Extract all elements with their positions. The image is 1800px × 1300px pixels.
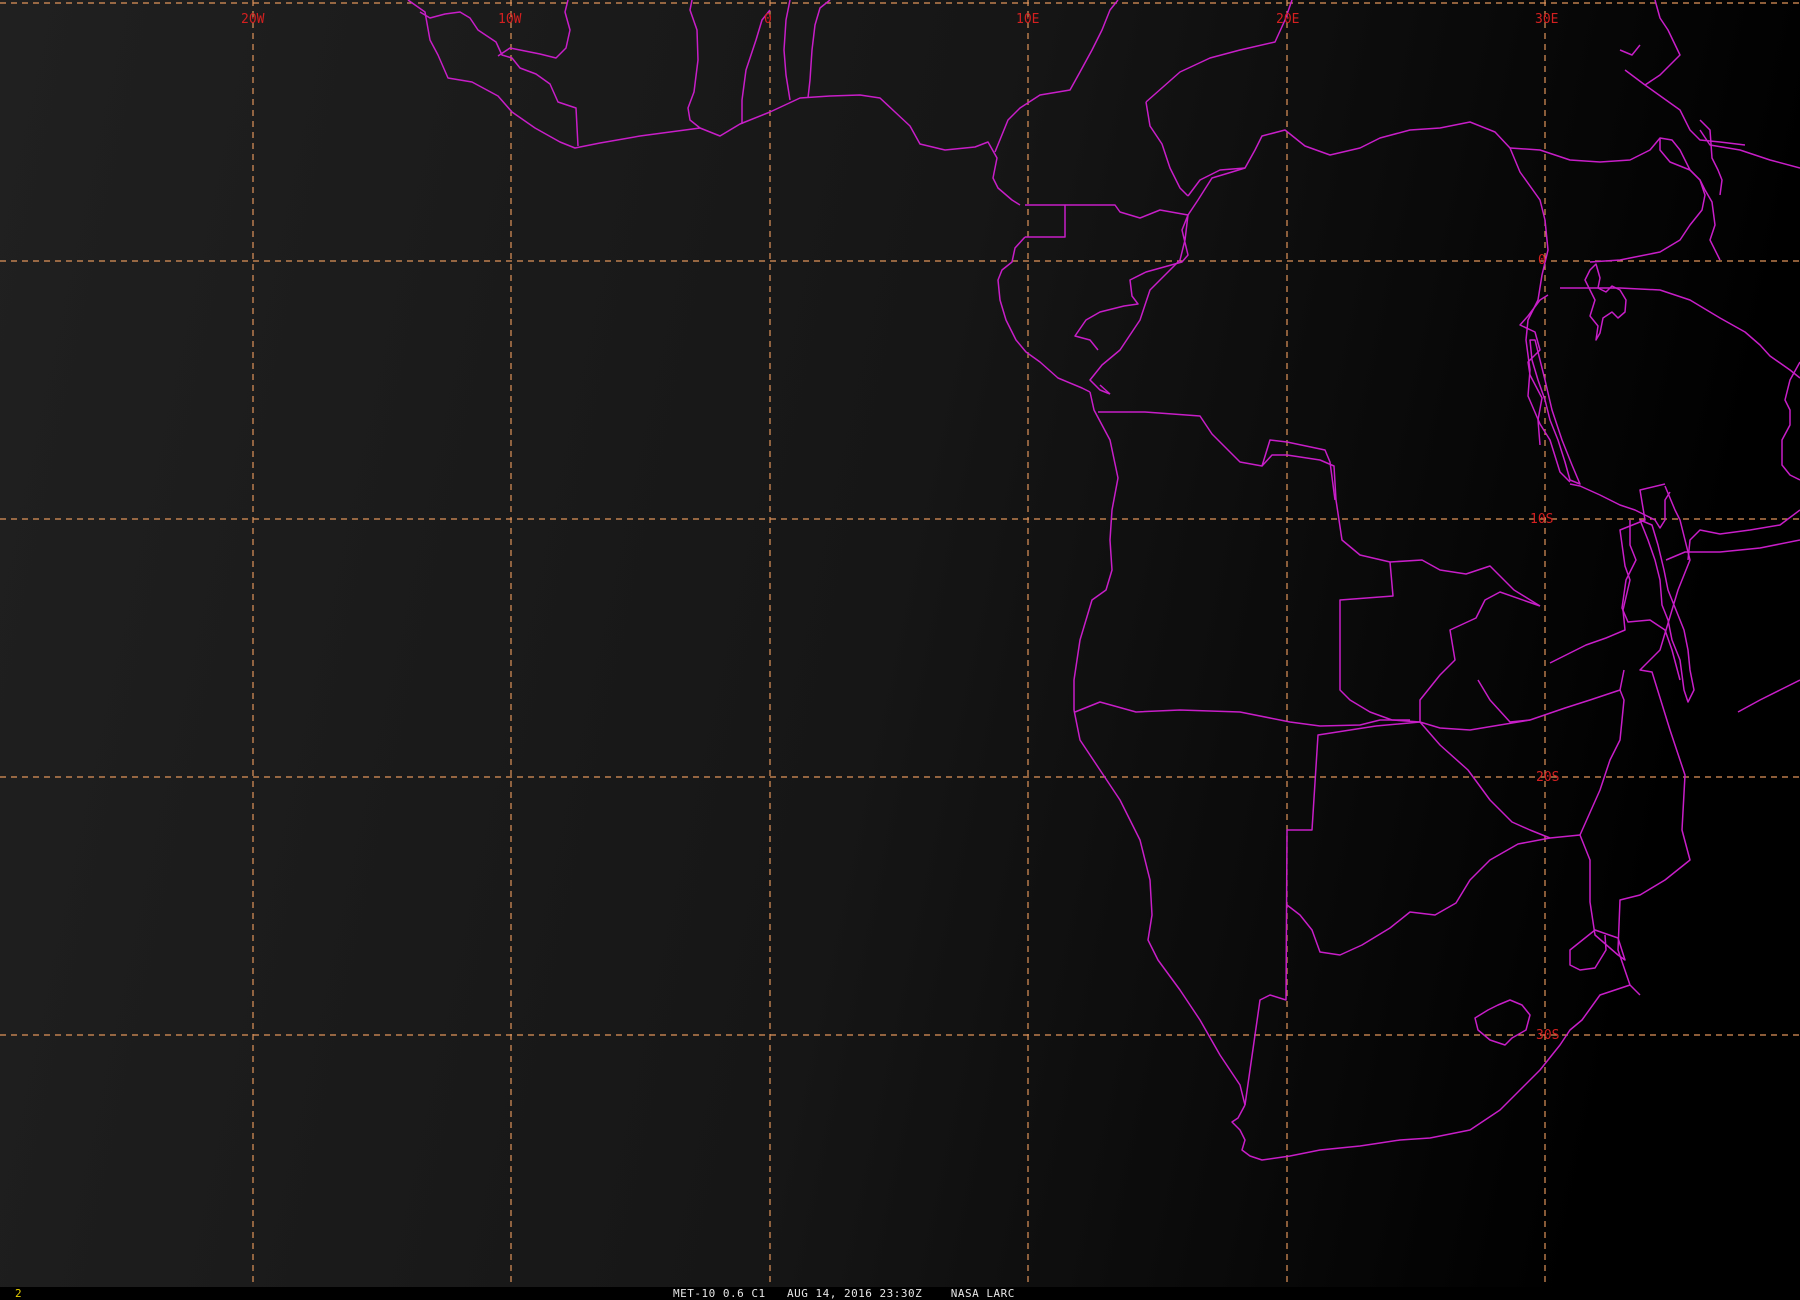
status-bar: 2 MET-10 0.6 C1 AUG 14, 2016 23:30Z NASA… [0,1287,1800,1300]
lon-label-0: 0 [764,12,772,27]
satellite-imagery [0,0,1800,1287]
lon-label-10w: 10W [498,12,522,27]
lon-label-20w: 20W [241,12,265,27]
lat-label-10s: 10S [1530,512,1553,527]
image-caption: MET-10 0.6 C1 AUG 14, 2016 23:30Z NASA L… [673,1287,1015,1300]
lon-label-30e: 30E [1535,12,1558,27]
lat-label-0: 0 [1538,253,1546,268]
lon-label-20e: 20E [1276,12,1299,27]
lon-label-10e: 10E [1016,12,1039,27]
satellite-map: 20W 10W 0 10E 20E 30E 0 10S 20S 30S [0,0,1800,1287]
satellite-image-viewer: 20W 10W 0 10E 20E 30E 0 10S 20S 30S 2 ME… [0,0,1800,1300]
lat-label-20s: 20S [1536,770,1559,785]
frame-number: 2 [15,1287,22,1300]
lat-label-30s: 30S [1536,1028,1559,1043]
